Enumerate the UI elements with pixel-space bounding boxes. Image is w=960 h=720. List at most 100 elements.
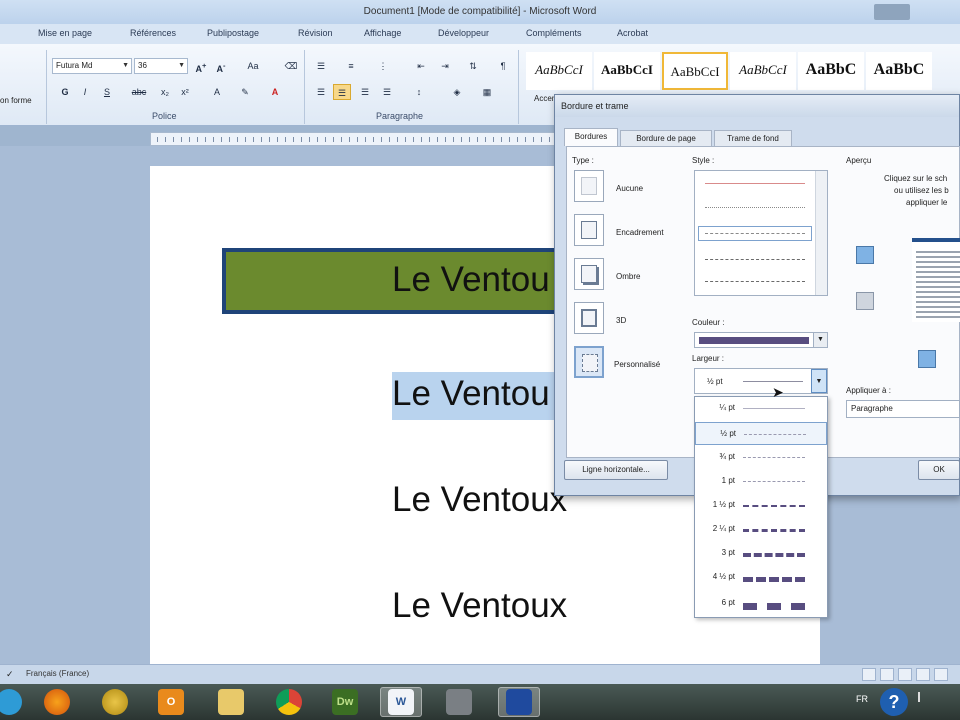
draft-view-icon[interactable] — [934, 668, 948, 681]
type-none-label[interactable]: Aucune — [616, 184, 643, 193]
type-box-icon[interactable] — [574, 214, 604, 246]
style-title[interactable]: AaBbC — [798, 52, 864, 90]
align-left-icon[interactable]: ☰ — [312, 84, 330, 100]
taskbar-outlook[interactable]: O — [150, 687, 192, 717]
tab-trame-de-fond[interactable]: Trame de fond — [714, 130, 792, 146]
taskbar-flash[interactable] — [94, 687, 136, 717]
tab-revision[interactable]: Révision — [298, 28, 333, 38]
bullets-icon[interactable]: ☰ — [312, 58, 330, 74]
help-icon[interactable]: ? — [880, 688, 908, 716]
width-option[interactable]: 6 pt — [695, 592, 827, 615]
chevron-down-icon[interactable]: ▼ — [811, 369, 827, 393]
width-option[interactable]: 2 ¼ pt — [695, 518, 827, 541]
color-combo[interactable]: ▼ — [694, 332, 828, 348]
taskbar-dreamweaver[interactable]: Dw — [324, 687, 366, 717]
type-custom-icon[interactable] — [574, 346, 604, 378]
decrease-indent-icon[interactable]: ⇤ — [412, 58, 430, 74]
tab-publipostage[interactable]: Publipostage — [207, 28, 259, 38]
width-dropdown-list[interactable]: ¼ pt ½ pt ¾ pt 1 pt 1 ½ pt 2 ¼ pt 3 pt 4… — [694, 396, 828, 618]
style-heading-1[interactable]: AaBbCcI — [662, 52, 728, 90]
type-shadow-icon[interactable] — [574, 258, 604, 290]
language-indicator[interactable]: FR — [856, 694, 868, 704]
taskbar-chrome[interactable] — [268, 687, 310, 717]
paragraph-4[interactable]: Le Ventoux — [392, 586, 567, 626]
fullscreen-view-icon[interactable] — [880, 668, 894, 681]
strikethrough-icon[interactable]: abc — [130, 84, 148, 100]
tab-mise-en-page[interactable]: Mise en page — [38, 28, 92, 38]
align-center-icon[interactable]: ☰ — [333, 84, 351, 100]
width-combo[interactable]: ½ pt ▼ — [694, 368, 828, 394]
tab-affichage[interactable]: Affichage — [364, 28, 401, 38]
horizontal-line-button[interactable]: Ligne horizontale... — [564, 460, 668, 480]
style-dotted-line[interactable] — [705, 207, 805, 208]
top-border-button-icon[interactable] — [856, 246, 874, 264]
grow-font-icon[interactable]: A+ — [192, 58, 210, 74]
style-dashed-line[interactable] — [698, 226, 812, 241]
style-subtitle[interactable]: AaBbC — [866, 52, 932, 90]
ok-button[interactable]: OK — [918, 460, 960, 480]
window-controls[interactable] — [874, 4, 910, 20]
taskbar-word[interactable]: W — [380, 687, 422, 717]
shading-icon[interactable]: ◈ — [448, 84, 466, 100]
style-normal[interactable]: AaBbCcI — [526, 52, 592, 90]
highlight-icon[interactable]: ✎ — [236, 84, 254, 100]
width-option[interactable]: ¼ pt — [695, 397, 827, 420]
font-size-combo[interactable]: 36 ▼ — [134, 58, 188, 74]
tray-icon[interactable] — [918, 692, 928, 702]
line-spacing-icon[interactable]: ↕ — [410, 84, 428, 100]
type-box-label[interactable]: Encadrement — [616, 228, 664, 237]
style-scrollbar[interactable] — [815, 171, 827, 295]
width-option-selected[interactable]: ½ pt — [695, 422, 827, 445]
style-no-spacing[interactable]: AaBbCcI — [594, 52, 660, 90]
tab-acrobat[interactable]: Acrobat — [617, 28, 648, 38]
italic-icon[interactable]: I — [76, 84, 94, 100]
font-color-icon[interactable]: A — [266, 84, 284, 100]
paragraph-3[interactable]: Le Ventoux — [392, 480, 567, 520]
proofing-icon[interactable]: ✓ — [6, 669, 18, 681]
justify-icon[interactable]: ☰ — [378, 84, 396, 100]
type-shadow-label[interactable]: Ombre — [616, 272, 640, 281]
type-3d-icon[interactable] — [574, 302, 604, 334]
width-option[interactable]: 1 pt — [695, 470, 827, 493]
superscript-icon[interactable]: x² — [176, 84, 194, 100]
horizontal-ruler[interactable] — [150, 132, 555, 146]
taskbar-capture[interactable] — [498, 687, 540, 717]
apply-to-combo[interactable]: Paragraphe — [846, 400, 960, 418]
borders-icon[interactable]: ▦ — [478, 84, 496, 100]
taskbar-firefox[interactable] — [36, 687, 78, 717]
type-custom-label[interactable]: Personnalisé — [614, 360, 660, 369]
bold-icon[interactable]: G — [56, 84, 74, 100]
right-border-button-icon[interactable] — [918, 350, 936, 368]
shrink-font-icon[interactable]: A- — [212, 58, 230, 74]
font-name-combo[interactable]: Futura Md ▼ — [52, 58, 132, 74]
print-layout-icon[interactable] — [862, 668, 876, 681]
tab-complements[interactable]: Compléments — [526, 28, 582, 38]
language-status[interactable]: Français (France) — [26, 669, 89, 678]
style-solid-line[interactable] — [705, 183, 805, 184]
clear-format-icon[interactable]: ⌫ — [282, 58, 300, 74]
multilevel-list-icon[interactable]: ⋮ — [374, 58, 392, 74]
style-heading-2[interactable]: AaBbCcI — [730, 52, 796, 90]
tab-bordures[interactable]: Bordures — [564, 128, 618, 146]
preview-page[interactable] — [912, 238, 960, 322]
align-right-icon[interactable]: ☰ — [356, 84, 374, 100]
type-3d-label[interactable]: 3D — [616, 316, 626, 325]
sort-icon[interactable]: ⇅ — [464, 58, 482, 74]
width-option[interactable]: 3 pt — [695, 542, 827, 565]
start-button[interactable] — [0, 687, 30, 717]
style-dash-line[interactable] — [705, 259, 805, 260]
type-none-icon[interactable] — [574, 170, 604, 202]
outline-view-icon[interactable] — [916, 668, 930, 681]
chevron-down-icon[interactable]: ▼ — [813, 333, 827, 347]
web-layout-icon[interactable] — [898, 668, 912, 681]
increase-indent-icon[interactable]: ⇥ — [436, 58, 454, 74]
width-option[interactable]: 1 ½ pt — [695, 494, 827, 517]
change-case-icon[interactable]: Aa — [244, 58, 262, 74]
style-dashdot-line[interactable] — [705, 281, 805, 282]
tab-developpeur[interactable]: Développeur — [438, 28, 489, 38]
underline-icon[interactable]: S — [98, 84, 116, 100]
middle-border-button-icon[interactable] — [856, 292, 874, 310]
paragraph-2[interactable]: Le Ventou — [392, 374, 550, 414]
width-option[interactable]: 4 ½ pt — [695, 566, 827, 589]
tab-bordure-de-page[interactable]: Bordure de page — [620, 130, 712, 146]
